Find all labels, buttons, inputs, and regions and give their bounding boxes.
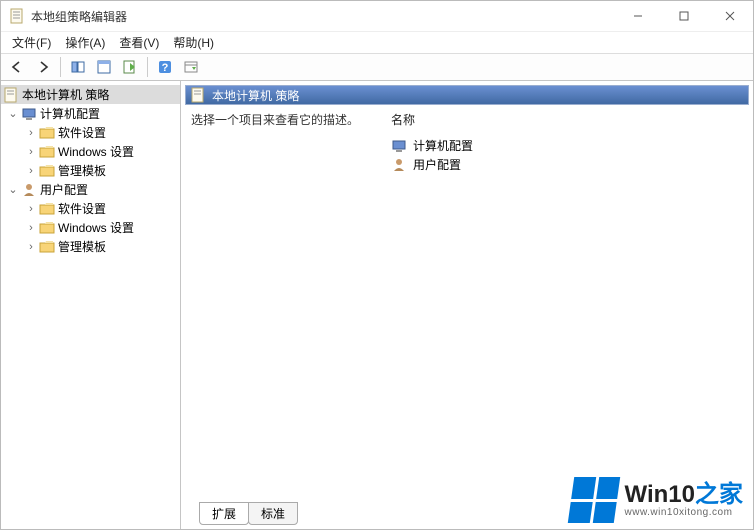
tree-node-label: 软件设置 [58,200,106,217]
show-tree-button[interactable] [66,55,90,79]
menu-view[interactable]: 查看(V) [112,32,166,53]
help-button[interactable]: ? [153,55,177,79]
policy-icon [190,87,206,103]
column-header-name[interactable]: 名称 [391,111,743,128]
close-button[interactable] [707,1,753,31]
chevron-right-icon[interactable]: › [25,127,37,139]
chevron-right-icon[interactable]: › [25,241,37,253]
properties-button[interactable] [92,55,116,79]
menu-file[interactable]: 文件(F) [5,32,58,53]
menubar: 文件(F) 操作(A) 查看(V) 帮助(H) [1,31,753,53]
window-controls [615,1,753,31]
tree-user-label: 用户配置 [40,181,88,198]
tree-computer-software[interactable]: › 软件设置 [1,123,180,142]
forward-button[interactable] [31,55,55,79]
tree-computer-admin[interactable]: › 管理模板 [1,161,180,180]
chevron-right-icon[interactable]: › [25,203,37,215]
tab-standard[interactable]: 标准 [248,502,298,525]
list-item-label: 计算机配置 [413,137,473,154]
export-button[interactable] [118,55,142,79]
watermark-brand: Win10之家 [625,483,743,507]
maximize-button[interactable] [661,1,707,31]
folder-icon [39,220,55,236]
toolbar-separator [147,57,148,77]
details-header: 本地计算机 策略 [185,85,749,105]
chevron-right-icon[interactable]: › [25,146,37,158]
description-text: 选择一个项目来查看它的描述。 [191,113,359,127]
chevron-right-icon[interactable]: › [25,165,37,177]
list-item-computer[interactable]: 计算机配置 [391,136,743,155]
folder-icon [39,144,55,160]
folder-icon [39,201,55,217]
tree-root-label: 本地计算机 策略 [22,86,109,103]
chevron-right-icon[interactable]: › [25,222,37,234]
tab-extended[interactable]: 扩展 [199,502,249,525]
computer-icon [391,138,407,154]
tree-node-label: Windows 设置 [58,219,134,236]
back-button[interactable] [5,55,29,79]
tree-computer-label: 计算机配置 [40,105,100,122]
filter-button[interactable] [179,55,203,79]
tree-user-software[interactable]: › 软件设置 [1,199,180,218]
tree-node-label: 软件设置 [58,124,106,141]
folder-icon [39,239,55,255]
tree-node-label: 管理模板 [58,238,106,255]
policy-icon [3,87,19,103]
titlebar: 本地组策略编辑器 [1,1,753,31]
chevron-down-icon[interactable]: ⌄ [7,183,19,196]
minimize-button[interactable] [615,1,661,31]
tree-user-windows[interactable]: › Windows 设置 [1,218,180,237]
chevron-down-icon[interactable]: ⌄ [7,107,19,120]
folder-icon [39,163,55,179]
user-icon [21,182,37,198]
tree-root[interactable]: 本地计算机 策略 [1,85,180,104]
tree-user-config[interactable]: ⌄ 用户配置 [1,180,180,199]
menu-action[interactable]: 操作(A) [58,32,112,53]
tree-computer-windows[interactable]: › Windows 设置 [1,142,180,161]
toolbar: ? [1,53,753,81]
description-column: 选择一个项目来查看它的描述。 [191,111,391,503]
watermark: Win10之家 www.win10xitong.com [571,477,743,523]
watermark-url: www.win10xitong.com [625,507,743,518]
window-title: 本地组策略编辑器 [31,8,127,25]
menu-help[interactable]: 帮助(H) [166,32,221,53]
list-item-user[interactable]: 用户配置 [391,155,743,174]
tree-node-label: 管理模板 [58,162,106,179]
tree-node-label: Windows 设置 [58,143,134,160]
list-item-label: 用户配置 [413,156,461,173]
main-area: 本地计算机 策略 ⌄ 计算机配置 › 软件设置 › Windows 设置 › 管… [1,81,753,529]
content-area: 选择一个项目来查看它的描述。 名称 计算机配置 用户配置 [181,111,753,503]
folder-icon [39,125,55,141]
toolbar-separator [60,57,61,77]
computer-icon [21,106,37,122]
svg-text:?: ? [162,62,169,74]
user-icon [391,157,407,173]
app-icon [9,8,25,24]
windows-logo-icon [567,477,619,523]
details-header-title: 本地计算机 策略 [212,87,299,104]
tree-user-admin[interactable]: › 管理模板 [1,237,180,256]
list-column: 名称 计算机配置 用户配置 [391,111,743,503]
tree-pane[interactable]: 本地计算机 策略 ⌄ 计算机配置 › 软件设置 › Windows 设置 › 管… [1,81,181,529]
details-pane: 本地计算机 策略 选择一个项目来查看它的描述。 名称 计算机配置 用户配置 扩展… [181,81,753,529]
tree-computer-config[interactable]: ⌄ 计算机配置 [1,104,180,123]
